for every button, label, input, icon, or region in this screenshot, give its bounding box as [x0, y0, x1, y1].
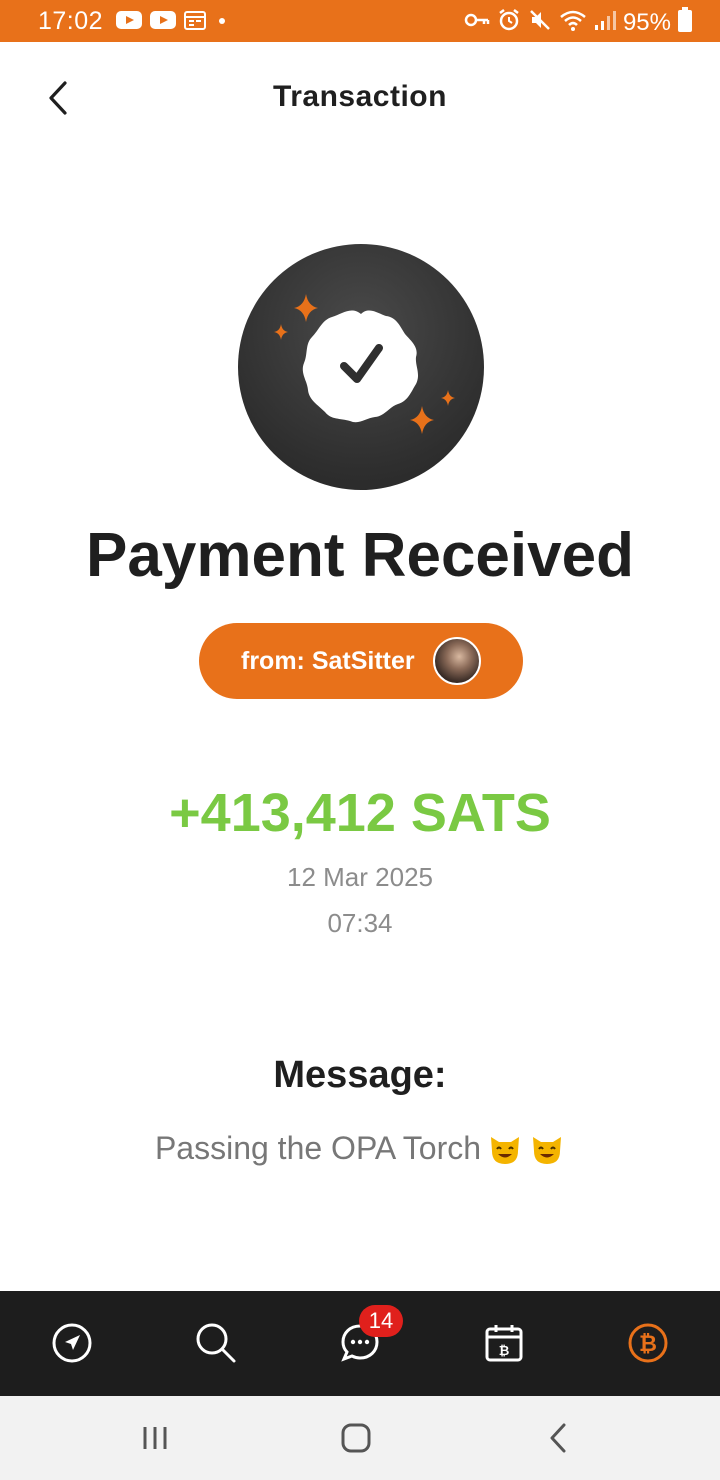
page-title: Transaction [273, 80, 447, 113]
nav-wallet[interactable]: ₿ [618, 1313, 678, 1373]
nav-search[interactable] [186, 1313, 246, 1373]
avatar [433, 637, 481, 685]
svg-text:₿: ₿ [639, 1332, 657, 1357]
header: Transaction [0, 42, 720, 154]
recent-apps-button[interactable] [130, 1416, 180, 1460]
key-icon [464, 8, 490, 37]
status-time: 17:02 [38, 7, 104, 35]
message-body: Passing the OPA Torch [154, 1130, 482, 1166]
explore-icon [52, 1323, 92, 1363]
sender-label: from: SatSitter [241, 646, 415, 675]
chat-badge-count: 14 [359, 1305, 403, 1337]
smiling-cat-emoji-icon [491, 1136, 520, 1164]
home-button[interactable] [331, 1416, 381, 1460]
signal-icon [594, 8, 616, 37]
mute-icon [528, 8, 552, 37]
transaction-time: 07:34 [327, 908, 393, 938]
transaction-date: 12 Mar 2025 [287, 862, 433, 892]
battery-icon [678, 7, 692, 38]
nav-calendar[interactable]: ₿ [474, 1313, 534, 1373]
nav-explore[interactable] [42, 1313, 102, 1373]
bottom-nav: 14 ₿ ₿ [0, 1291, 720, 1396]
transaction-title: Payment Received [86, 521, 634, 590]
home-icon [341, 1423, 371, 1453]
seal-icon [302, 310, 419, 423]
message-label: Message: [273, 1054, 447, 1096]
calendar-bitcoin-icon: ₿ [485, 1325, 523, 1362]
bitcoin-icon: ₿ [628, 1323, 668, 1363]
sparkle-icon [274, 324, 288, 340]
search-icon [196, 1323, 236, 1363]
transaction-amount: +413,412 SATS [169, 783, 551, 843]
status-bar: 17:02 95% [0, 0, 720, 42]
recent-apps-icon [143, 1427, 167, 1449]
smiling-cat-emoji-icon [533, 1136, 562, 1164]
payment-success-illustration [238, 244, 484, 490]
message-text: Passing the OPA Torch [0, 1130, 720, 1167]
sender-pill[interactable]: from: SatSitter [199, 623, 523, 699]
alarm-icon [497, 8, 521, 37]
calendar-icon [184, 10, 206, 35]
system-nav-bar [0, 1396, 720, 1480]
svg-text:₿: ₿ [499, 1344, 510, 1359]
back-arrow-icon [550, 1423, 566, 1453]
dot-icon [214, 10, 230, 35]
sparkle-icon [410, 406, 434, 434]
sparkle-icon [294, 294, 318, 322]
status-right-icons: 95% [464, 7, 692, 38]
youtube-icon [150, 10, 176, 35]
system-back-button[interactable] [533, 1416, 583, 1460]
battery-percent: 95% [622, 8, 671, 36]
status-left-icons [116, 10, 230, 35]
youtube-icon [116, 10, 142, 35]
wifi-icon [559, 8, 587, 37]
sparkle-icon [441, 390, 455, 406]
